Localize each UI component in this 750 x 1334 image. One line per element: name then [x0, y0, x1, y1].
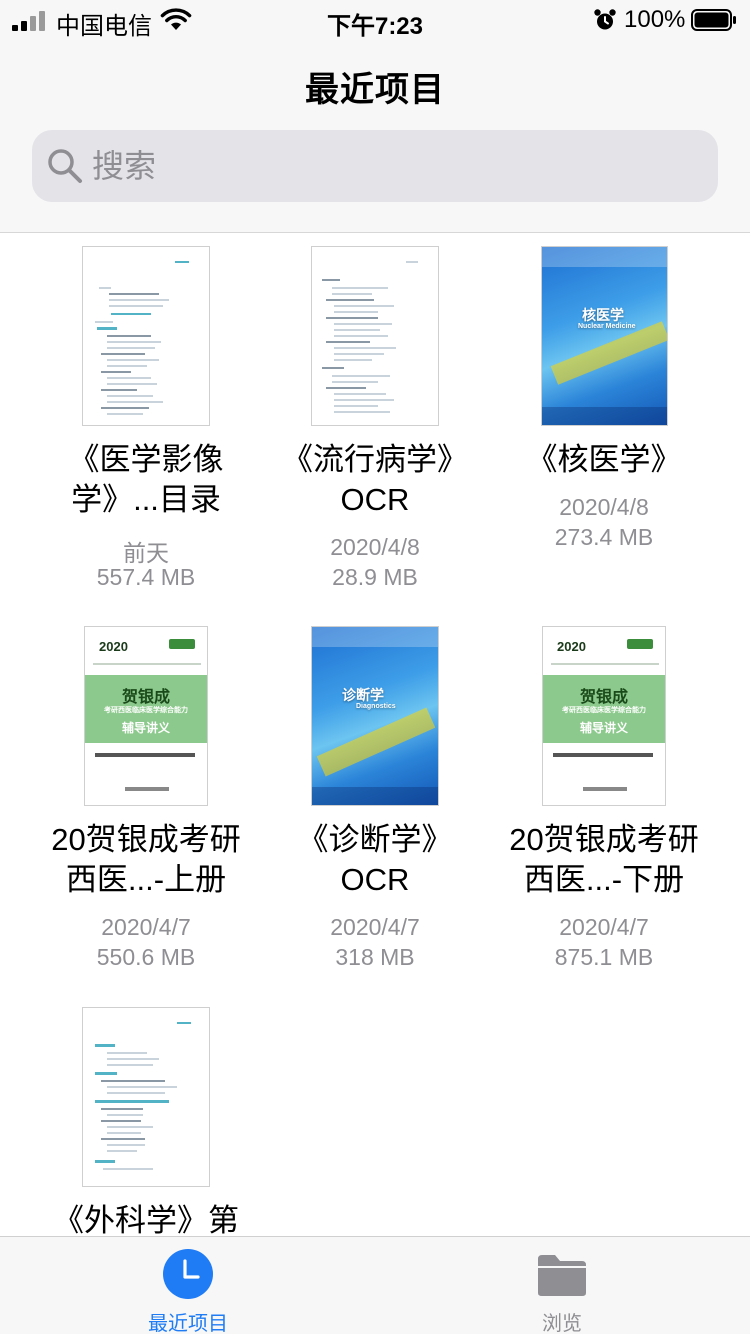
document-cover: [311, 246, 439, 426]
file-size: 557.4 MB: [96, 564, 196, 590]
folder-icon: [538, 1255, 586, 1296]
file-date: 2020/4/8: [559, 494, 649, 520]
file-name: 《流行病学》 OCR: [282, 442, 468, 517]
file-name: 20贺银成考研 西医...-上册: [51, 822, 241, 897]
file-thumbnail: [31, 246, 261, 426]
document-cover: [82, 246, 210, 426]
file-name: 《医学影像 学》...目录: [68, 442, 224, 517]
file-name: 《外科学》第: [53, 1203, 239, 1236]
file-name: 《核医学》: [526, 442, 682, 477]
file-date: 2020/4/7: [101, 914, 191, 940]
recent-files-grid: 《医学影像 学》...目录 前天 557.4 MB 《流行病学》 OCR 202…: [0, 234, 750, 1236]
tab-label: 最近项目: [148, 1313, 228, 1334]
file-date: 2020/4/8: [330, 534, 420, 560]
file-thumbnail: 2020 贺银成 考研西医临床医学综合能力 辅导讲义: [31, 626, 261, 806]
textbook-cover: 诊断学 Diagnostics: [311, 626, 439, 806]
top-bar: 中国电信 下午7:23 100% 最近项目: [0, 0, 750, 233]
file-date: 前天: [123, 540, 169, 566]
textbook-cover: 核医学 Nuclear Medicine: [541, 246, 668, 426]
tab-recents[interactable]: 最近项目: [88, 1237, 288, 1334]
file-name: 《诊断学》 OCR: [297, 822, 453, 897]
file-thumbnail: [260, 246, 490, 426]
file-size: 550.6 MB: [96, 944, 196, 970]
file-thumbnail: 核医学 Nuclear Medicine: [489, 246, 719, 426]
tab-bar: 最近项目 浏览: [0, 1236, 750, 1334]
file-thumbnail: [31, 1007, 261, 1187]
clock-icon: [163, 1249, 213, 1299]
tab-label: 浏览: [542, 1313, 582, 1334]
search-input[interactable]: [92, 142, 692, 190]
guide-cover: 2020 贺银成 考研西医临床医学综合能力 辅导讲义: [542, 626, 666, 806]
file-size: 28.9 MB: [332, 564, 418, 590]
file-thumbnail: 2020 贺银成 考研西医临床医学综合能力 辅导讲义: [489, 626, 719, 806]
file-size: 875.1 MB: [554, 944, 654, 970]
document-cover: [82, 1007, 210, 1187]
file-size: 273.4 MB: [554, 524, 654, 550]
file-date: 2020/4/7: [559, 914, 649, 940]
file-date: 2020/4/7: [330, 914, 420, 940]
tab-browse[interactable]: 浏览: [462, 1237, 662, 1334]
guide-cover: 2020 贺银成 考研西医临床医学综合能力 辅导讲义: [84, 626, 208, 806]
battery-percent: 100%: [624, 6, 686, 33]
file-name: 20贺银成考研 西医...-下册: [509, 822, 699, 897]
search-bar[interactable]: [32, 130, 718, 202]
page-title: 最近项目: [305, 71, 445, 109]
file-size: 318 MB: [335, 944, 415, 970]
status-bar: 中国电信 下午7:23 100%: [0, 0, 750, 40]
search-icon: [48, 149, 82, 183]
file-thumbnail: 诊断学 Diagnostics: [260, 626, 490, 806]
alarm-clock-icon: [594, 9, 616, 30]
battery-icon: [691, 9, 736, 31]
